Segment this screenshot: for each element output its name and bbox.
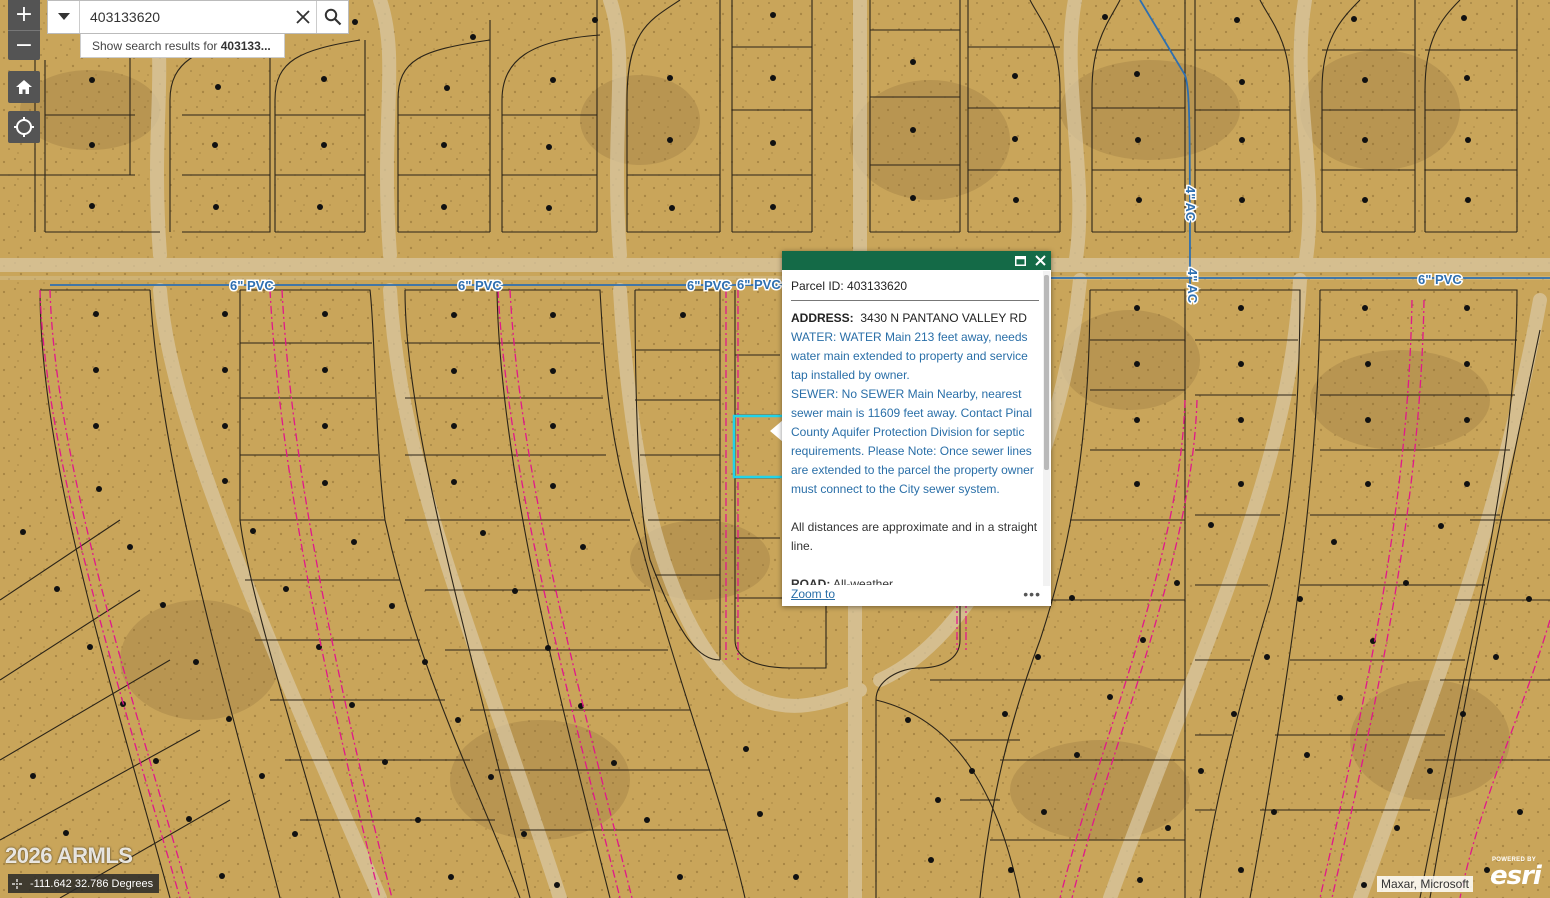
- close-icon: [1034, 255, 1046, 266]
- suggestion-prefix: Show search results for: [92, 39, 221, 53]
- water-info: WATER: WATER Main 213 feet away, needs w…: [791, 330, 1028, 382]
- search-source-dropdown[interactable]: [48, 1, 80, 33]
- sewer-info: SEWER: No SEWER Main Nearby, nearest sew…: [791, 387, 1034, 496]
- close-icon: [296, 10, 310, 24]
- search-suggestion[interactable]: Show search results for 403133...: [80, 34, 285, 58]
- popup-header: [782, 251, 1051, 270]
- map-view[interactable]: 6" PVC 6" PVC 6" PVC 6" PVC 6" PVC 4" AC…: [0, 0, 1550, 898]
- pipe-label: 6" PVC: [687, 278, 731, 293]
- pipe-label: 4" AC: [1183, 186, 1198, 222]
- esri-wordmark: esri: [1490, 861, 1542, 891]
- crosshair-icon: [12, 878, 22, 889]
- address-label: ADDRESS:: [791, 311, 854, 325]
- pipe-label: 6" PVC: [230, 278, 274, 293]
- parcel-popup: Parcel ID: 403133620 ADDRESS: 3430 N PAN…: [782, 251, 1051, 606]
- zoom-to-link[interactable]: Zoom to: [791, 587, 835, 601]
- coordinates-text: -111.642 32.786 Degrees: [30, 877, 154, 890]
- maximize-icon: [1014, 255, 1026, 266]
- scrollbar-thumb[interactable]: [1044, 275, 1049, 470]
- pipe-label: 6" PVC: [737, 277, 781, 292]
- road-line: ROAD: All-weather: [791, 575, 1039, 585]
- pipe-label: 6" PVC: [1418, 272, 1462, 287]
- coordinate-readout[interactable]: -111.642 32.786 Degrees: [8, 874, 160, 893]
- address-value: 3430 N PANTANO VALLEY RD: [860, 311, 1027, 325]
- locate-icon: [14, 117, 34, 137]
- home-button[interactable]: [8, 71, 40, 103]
- distances-note: All distances are approximate and in a s…: [791, 520, 1038, 553]
- zoom-controls: + −: [8, 0, 40, 60]
- address-line: ADDRESS: 3430 N PANTANO VALLEY RD: [791, 309, 1039, 328]
- search-widget: [47, 0, 349, 34]
- clear-search-button[interactable]: [290, 1, 316, 33]
- search-icon: [324, 8, 341, 26]
- vegetation-speckle: [0, 0, 1550, 898]
- pipe-label: 6" PVC: [458, 278, 502, 293]
- zoom-out-button[interactable]: −: [8, 30, 40, 60]
- copyright-watermark: 2026 ARMLS: [5, 843, 133, 868]
- road-value: All-weather: [833, 577, 894, 585]
- caret-down-icon: [57, 13, 70, 20]
- suggestion-term: 403133...: [220, 39, 271, 53]
- search-button[interactable]: [316, 1, 348, 33]
- more-actions-button[interactable]: •••: [1023, 587, 1041, 601]
- popup-maximize-button[interactable]: [1013, 254, 1027, 268]
- search-input[interactable]: [80, 1, 290, 33]
- locate-button[interactable]: [8, 111, 40, 143]
- home-icon: [16, 80, 32, 94]
- popup-content: Parcel ID: 403133620 ADDRESS: 3430 N PAN…: [791, 270, 1039, 585]
- popup-close-button[interactable]: [1033, 254, 1047, 268]
- popup-title: Parcel ID: 403133620: [791, 277, 1039, 301]
- pipe-label: 4" AC: [1185, 268, 1200, 304]
- map-attribution[interactable]: Maxar, Microsoft: [1377, 876, 1474, 892]
- esri-logo[interactable]: POWERED BY esri: [1490, 857, 1548, 893]
- zoom-in-button[interactable]: +: [8, 0, 40, 30]
- popup-footer: Zoom to •••: [791, 586, 1041, 602]
- popup-scrollbar[interactable]: [1043, 271, 1050, 586]
- road-label: ROAD:: [791, 577, 831, 585]
